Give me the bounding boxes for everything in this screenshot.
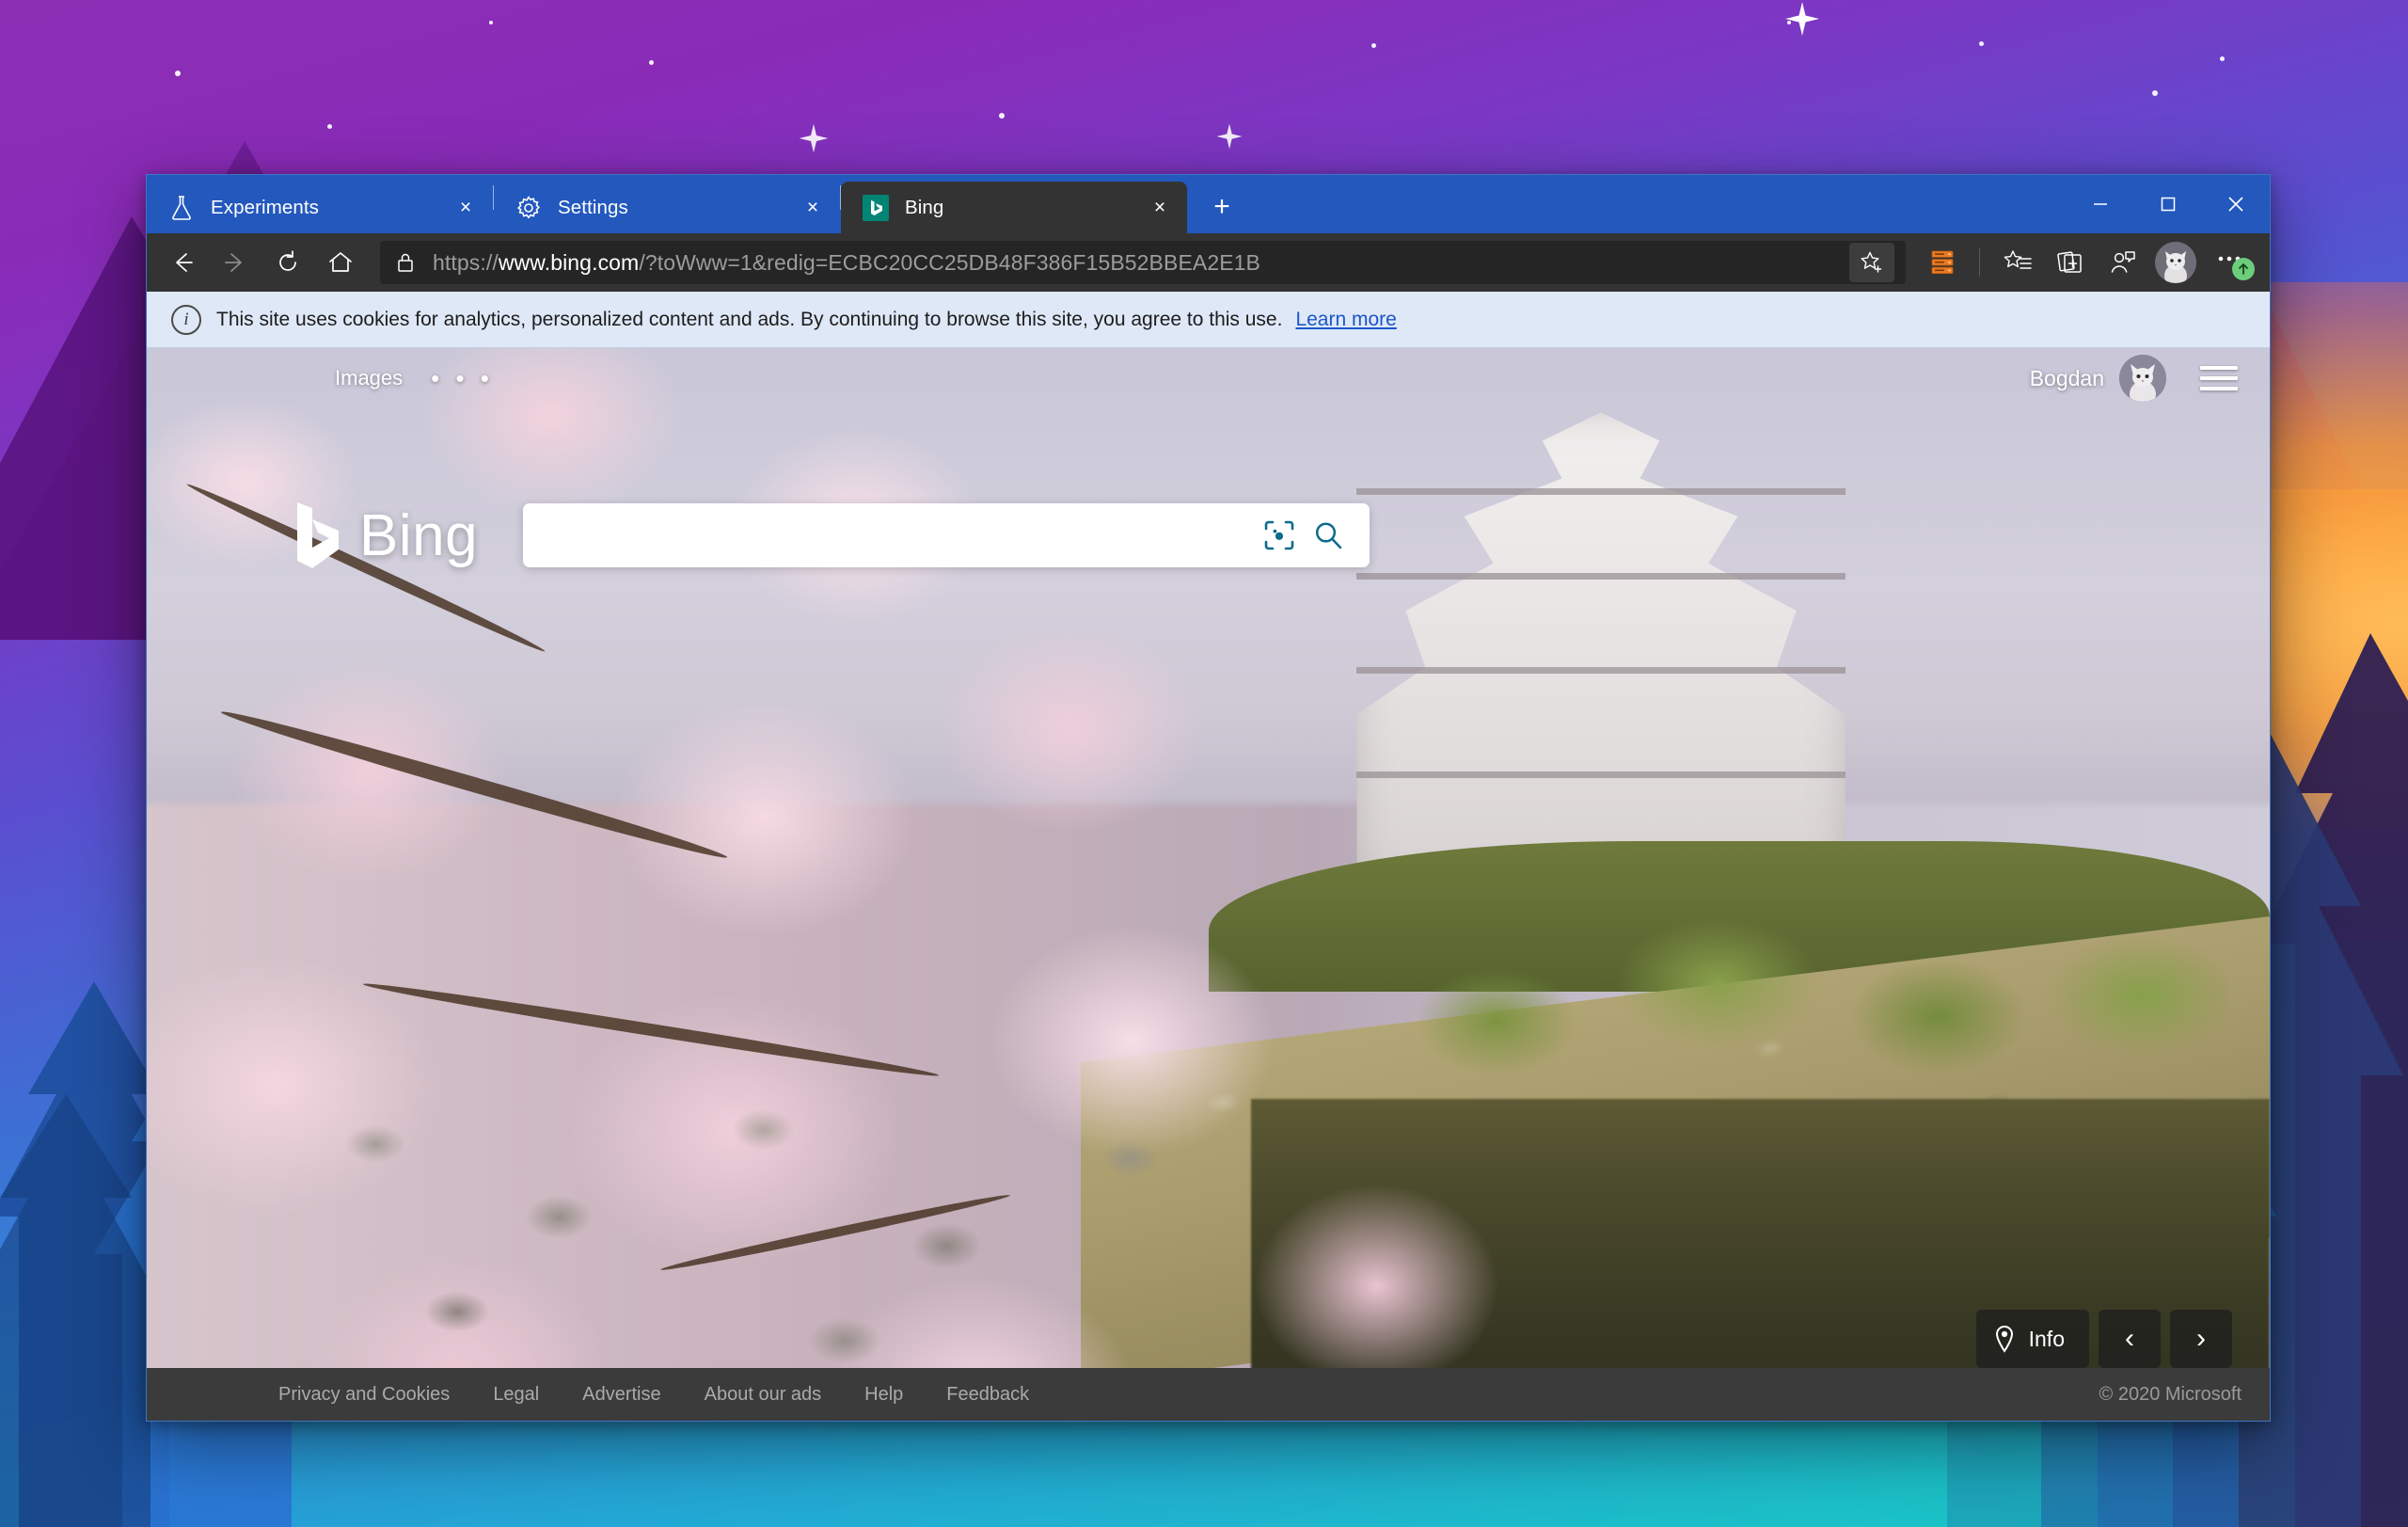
gear-icon [515, 194, 543, 222]
bing-search-area: Bing [147, 499, 2270, 572]
collections-icon[interactable] [2045, 241, 2096, 284]
star [999, 113, 1005, 119]
url-host: www.bing.com [498, 249, 640, 275]
tab-label: Experiments [211, 196, 320, 218]
tab-close-button[interactable]: × [1144, 192, 1176, 224]
close-button[interactable] [2202, 175, 2270, 233]
star [2220, 56, 2225, 61]
tab-bing[interactable]: Bing × [841, 182, 1187, 233]
window-controls [2067, 175, 2270, 233]
footer-link-legal[interactable]: Legal [493, 1384, 539, 1406]
visual-search-icon[interactable] [1255, 519, 1304, 551]
info-icon: i [171, 304, 201, 335]
sparkle-star [1785, 2, 1819, 36]
url-path: /?toWww=1&redig=ECBC20CC25DB48F386F15B52… [639, 249, 1260, 275]
copyright-text: © 2020 Microsoft [2099, 1383, 2242, 1405]
tab-label: Settings [558, 196, 628, 218]
star [1979, 41, 1984, 46]
refresh-button[interactable] [262, 241, 313, 284]
more-settings-icon[interactable] [2202, 241, 2257, 284]
location-pin-icon [1993, 1325, 2016, 1353]
hamburger-menu-icon[interactable] [2200, 359, 2238, 397]
minimize-button[interactable] [2067, 175, 2134, 233]
footer-link-about-our-ads[interactable]: About our ads [705, 1384, 822, 1406]
bing-favicon [862, 194, 890, 222]
maximize-button[interactable] [2134, 175, 2202, 233]
star [489, 21, 493, 24]
address-bar[interactable]: https://www.bing.com/?toWww=1&redig=ECBC… [380, 241, 1906, 284]
footer-link-help[interactable]: Help [864, 1384, 903, 1406]
search-icon[interactable] [1304, 519, 1353, 551]
info-button[interactable]: Info [1975, 1310, 2089, 1368]
bing-search-box[interactable] [523, 503, 1370, 567]
nav-overflow-menu[interactable]: • • • [431, 364, 494, 393]
favorites-icon[interactable] [1992, 241, 2043, 284]
bing-logo-text: Bing [359, 502, 479, 568]
star [649, 60, 654, 65]
star [1371, 43, 1376, 48]
bing-footer: Privacy and Cookies Legal Advertise Abou… [147, 1368, 2270, 1421]
add-favorite-star-icon[interactable] [1849, 243, 1894, 282]
cookie-notice-text: This site uses cookies for analytics, pe… [216, 308, 1283, 330]
flask-icon [167, 194, 196, 222]
browser-window: Experiments × Settings × Bing × + https:… [146, 174, 2271, 1422]
desktop-wallpaper: Experiments × Settings × Bing × + https:… [0, 0, 2408, 1527]
tab-strip: Experiments × Settings × Bing × + [147, 175, 2270, 233]
update-badge-icon[interactable] [2232, 258, 2255, 280]
info-button-label: Info [2028, 1326, 2065, 1351]
toolbar-divider [1979, 248, 1980, 277]
home-button[interactable] [315, 241, 366, 284]
tab-close-button[interactable]: × [797, 192, 829, 224]
cookie-notice-bar: i This site uses cookies for analytics, … [147, 292, 2270, 348]
user-name: Bogdan [2029, 365, 2104, 390]
tab-experiments[interactable]: Experiments × [147, 182, 493, 233]
hero-image-controls: Info ‹ › [1967, 1310, 2232, 1368]
profile-avatar[interactable] [2155, 242, 2196, 283]
footer-link-privacy[interactable]: Privacy and Cookies [278, 1384, 450, 1406]
bing-user-area: Bogdan [2030, 355, 2238, 402]
search-input[interactable] [547, 522, 1256, 549]
learn-more-link[interactable]: Learn more [1295, 309, 1396, 331]
footer-link-advertise[interactable]: Advertise [582, 1384, 660, 1406]
previous-image-button[interactable]: ‹ [2099, 1310, 2161, 1368]
cat-avatar[interactable] [2119, 355, 2166, 402]
sparkle-star [799, 123, 829, 153]
extension-icon[interactable] [1917, 241, 1968, 284]
bing-header: Images • • • Bogdan [147, 348, 2270, 408]
star [175, 71, 181, 76]
tab-close-button[interactable]: × [450, 192, 482, 224]
bing-logo[interactable]: Bing [288, 499, 478, 572]
nav-images-link[interactable]: Images [335, 366, 403, 390]
stone-embankment [274, 1034, 1293, 1400]
tab-label: Bing [905, 196, 944, 218]
new-tab-button[interactable]: + [1200, 185, 1244, 229]
sparkle-star [1216, 123, 1243, 150]
browser-toolbar: https://www.bing.com/?toWww=1&redig=ECBC… [147, 233, 2270, 292]
star [327, 124, 332, 129]
bing-nav: Images • • • [335, 364, 494, 393]
feedback-icon[interactable] [2098, 241, 2148, 284]
next-image-button[interactable]: › [2170, 1310, 2232, 1368]
tab-settings[interactable]: Settings × [494, 182, 840, 233]
url-text[interactable]: https://www.bing.com/?toWww=1&redig=ECBC… [433, 250, 1842, 276]
forward-button[interactable] [210, 241, 261, 284]
footer-link-feedback[interactable]: Feedback [946, 1384, 1029, 1406]
lock-icon [395, 251, 416, 274]
page-viewport: Images • • • Bogdan Bing Info ‹ › Privac… [147, 348, 2270, 1421]
back-button[interactable] [157, 241, 208, 284]
star [2152, 90, 2158, 96]
url-scheme: https:// [433, 249, 499, 275]
